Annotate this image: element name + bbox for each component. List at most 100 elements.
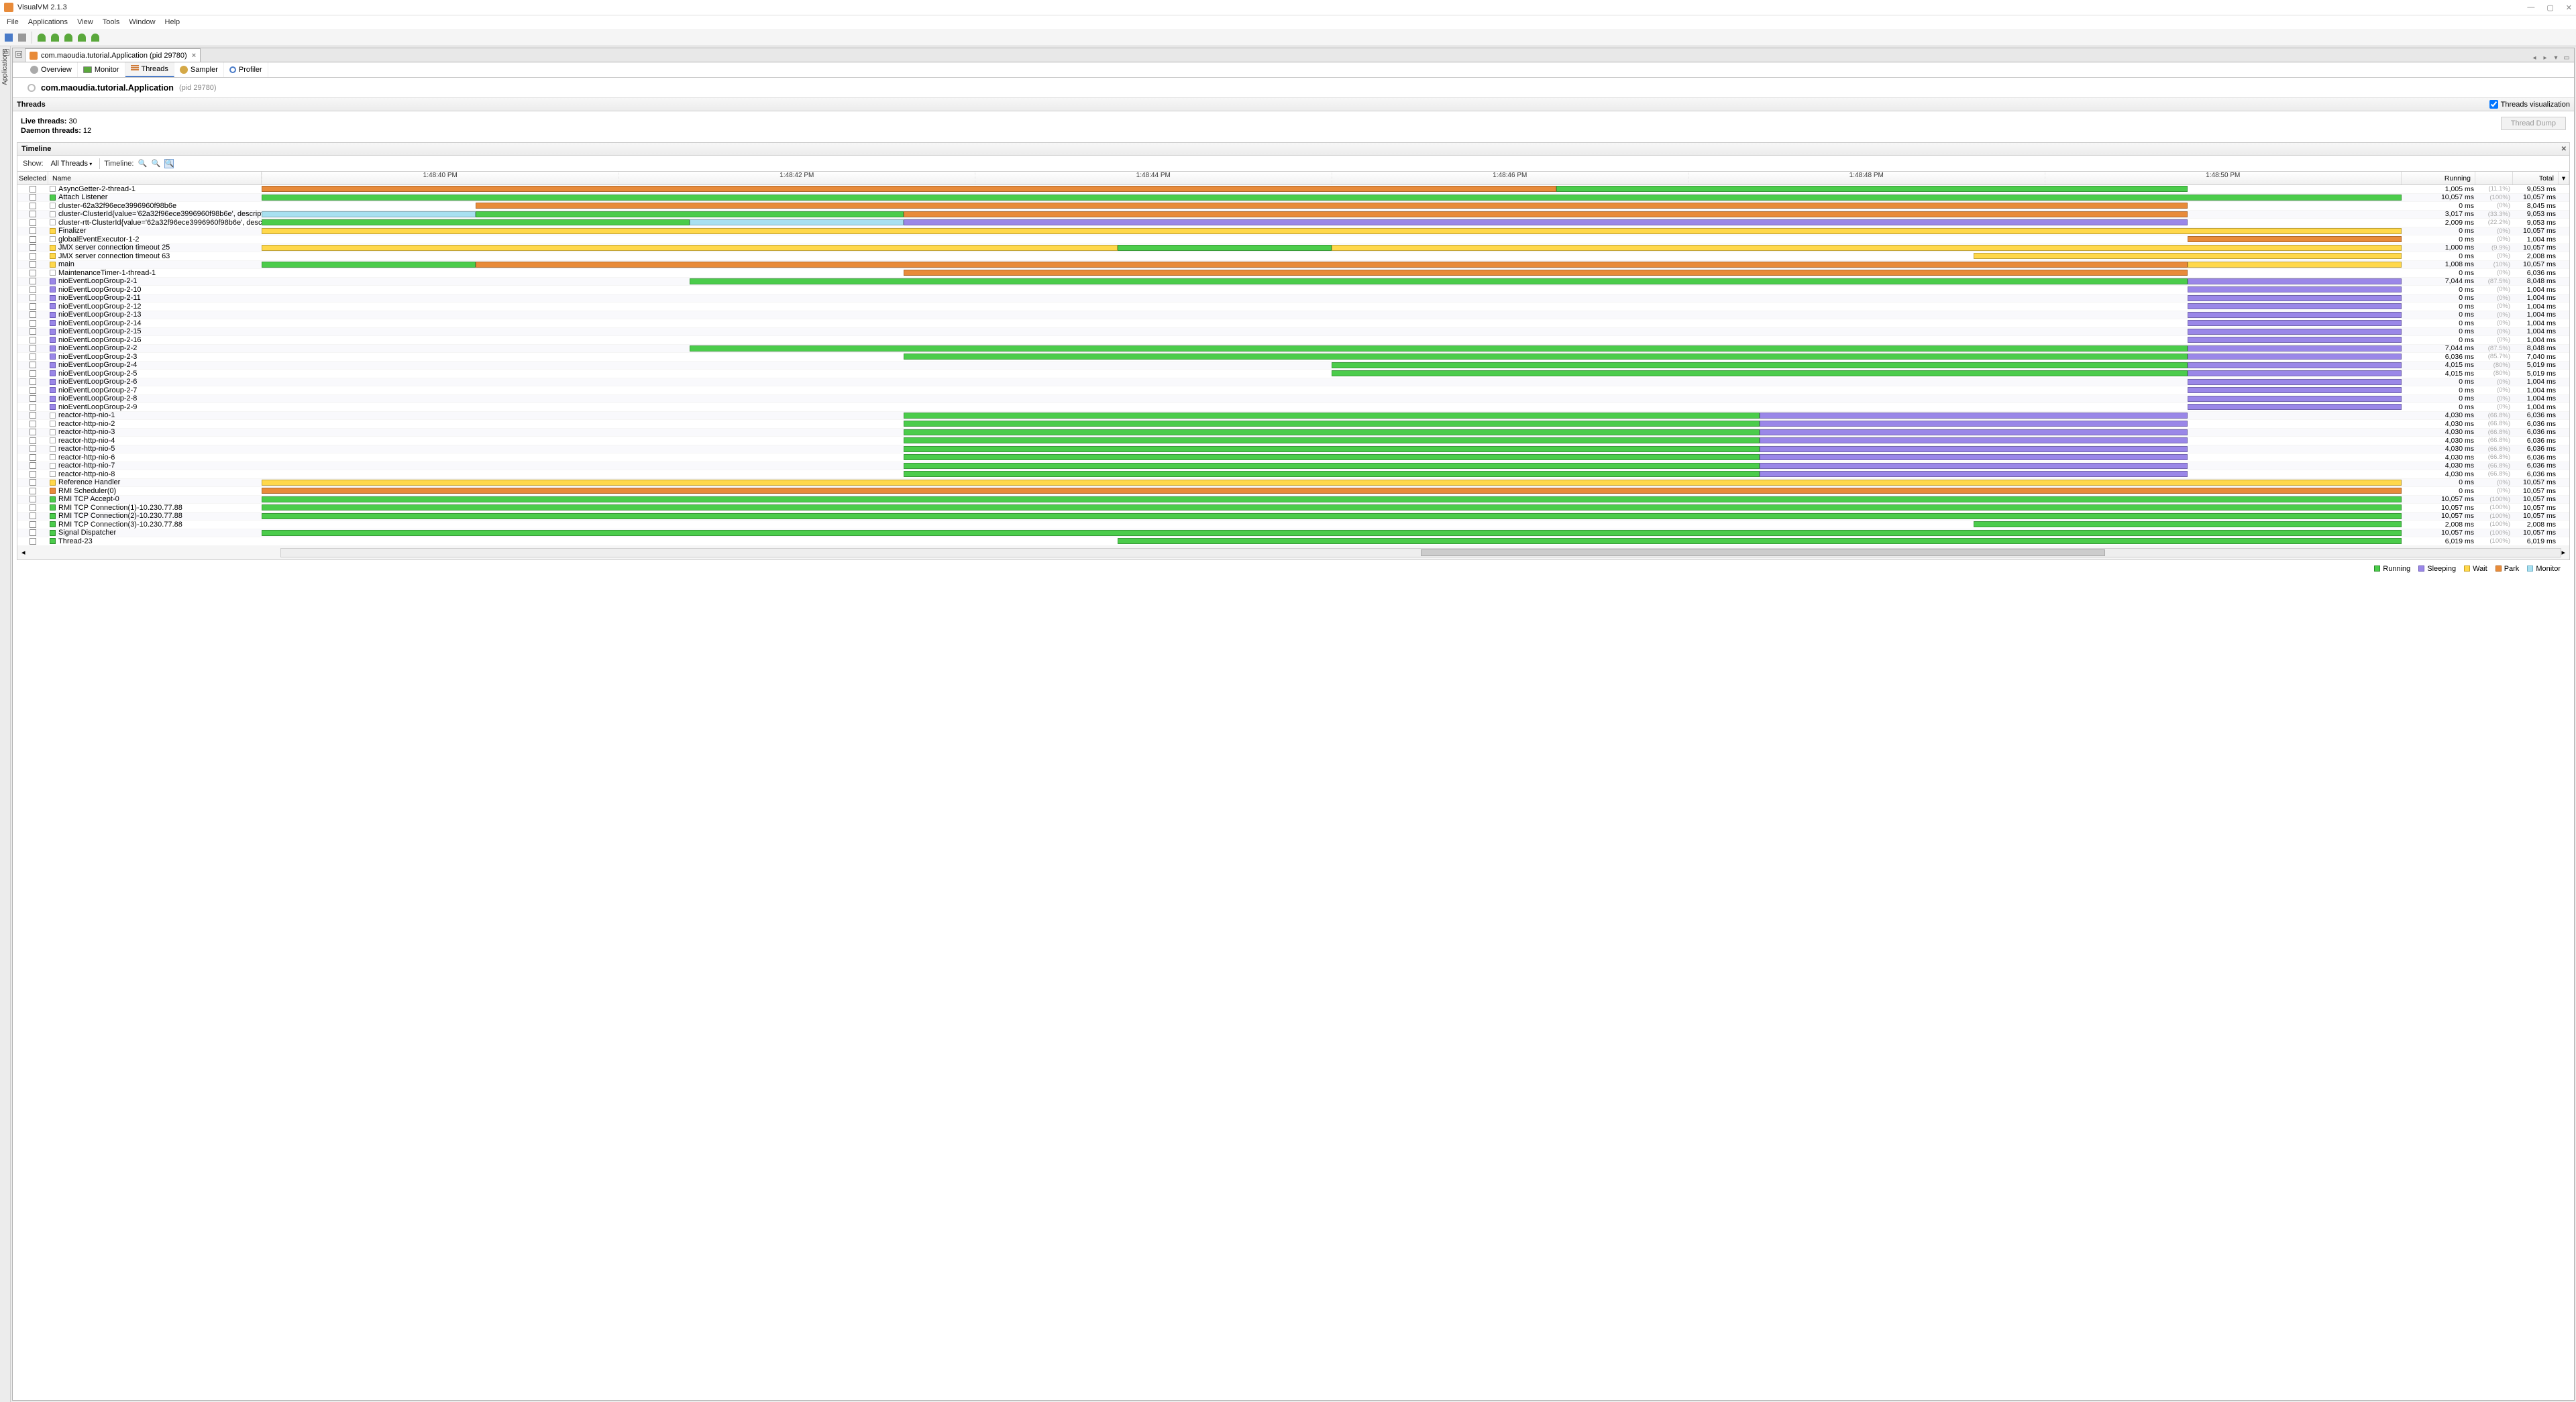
tab-sampler[interactable]: Sampler: [174, 62, 224, 77]
row-checkbox[interactable]: [30, 337, 36, 343]
tab-threads[interactable]: Threads: [125, 62, 174, 77]
thread-row[interactable]: nioEventLoopGroup-2-120 ms(0%)1,004 ms: [17, 303, 2569, 311]
row-checkbox[interactable]: [30, 504, 36, 511]
thread-row[interactable]: reactor-http-nio-44,030 ms(66.8%)6,036 m…: [17, 437, 2569, 445]
thread-row[interactable]: cluster-62a32f96ece3996960f98b6e0 ms(0%)…: [17, 202, 2569, 211]
tab-monitor[interactable]: Monitor: [78, 62, 125, 77]
row-checkbox[interactable]: [30, 286, 36, 293]
thread-row[interactable]: nioEventLoopGroup-2-110 ms(0%)1,004 ms: [17, 294, 2569, 303]
menu-window[interactable]: Window: [125, 17, 159, 28]
tab-handle-icon[interactable]: ▭: [15, 51, 22, 58]
tab-next-icon[interactable]: ▸: [2540, 54, 2550, 62]
thread-row[interactable]: globalEventExecutor-1-20 ms(0%)1,004 ms: [17, 235, 2569, 244]
thread-row[interactable]: RMI Scheduler(0)0 ms(0%)10,057 ms: [17, 487, 2569, 496]
thread-row[interactable]: Thread-236,019 ms(100%)6,019 ms: [17, 537, 2569, 546]
row-checkbox[interactable]: [30, 395, 36, 402]
thread-row[interactable]: nioEventLoopGroup-2-80 ms(0%)1,004 ms: [17, 395, 2569, 404]
row-checkbox[interactable]: [30, 294, 36, 301]
row-checkbox[interactable]: [30, 445, 36, 452]
thread-row[interactable]: nioEventLoopGroup-2-160 ms(0%)1,004 ms: [17, 336, 2569, 345]
row-checkbox[interactable]: [30, 354, 36, 360]
thread-row[interactable]: reactor-http-nio-24,030 ms(66.8%)6,036 m…: [17, 420, 2569, 429]
thread-dump-button[interactable]: Thread Dump: [2501, 117, 2566, 130]
row-checkbox[interactable]: [30, 437, 36, 444]
thread-row[interactable]: reactor-http-nio-84,030 ms(66.8%)6,036 m…: [17, 470, 2569, 479]
row-checkbox[interactable]: [30, 236, 36, 243]
row-checkbox[interactable]: [30, 320, 36, 327]
thread-row[interactable]: nioEventLoopGroup-2-130 ms(0%)1,004 ms: [17, 311, 2569, 320]
thread-row[interactable]: nioEventLoopGroup-2-36,036 ms(85.7%)7,04…: [17, 353, 2569, 362]
tab-maximize-icon[interactable]: ▭: [2562, 54, 2571, 62]
row-checkbox[interactable]: [30, 488, 36, 494]
row-checkbox[interactable]: [30, 345, 36, 352]
thread-row[interactable]: RMI TCP Connection(3)-10.230.77.882,008 …: [17, 521, 2569, 529]
zoom-in-icon[interactable]: 🔍: [151, 159, 160, 168]
row-checkbox[interactable]: [30, 513, 36, 519]
column-running[interactable]: Running: [2402, 172, 2475, 184]
row-checkbox[interactable]: [30, 479, 36, 486]
toolbar-open-icon[interactable]: [16, 32, 28, 44]
row-checkbox[interactable]: [30, 219, 36, 226]
row-checkbox[interactable]: [30, 303, 36, 310]
menu-view[interactable]: View: [73, 17, 97, 28]
row-checkbox[interactable]: [30, 454, 36, 461]
thread-row[interactable]: nioEventLoopGroup-2-60 ms(0%)1,004 ms: [17, 378, 2569, 387]
toolbar-app-icon-4[interactable]: [76, 32, 88, 44]
thread-row[interactable]: reactor-http-nio-64,030 ms(66.8%)6,036 m…: [17, 453, 2569, 462]
thread-row[interactable]: main1,008 ms(10%)10,057 ms: [17, 261, 2569, 270]
scrollbar-thumb[interactable]: [1421, 549, 2105, 556]
thread-row[interactable]: Finalizer0 ms(0%)10,057 ms: [17, 227, 2569, 236]
visualization-toggle[interactable]: Threads visualization: [2489, 100, 2570, 109]
thread-row[interactable]: JMX server connection timeout 630 ms(0%)…: [17, 252, 2569, 261]
applications-sidebar[interactable]: ▭ Applications: [0, 46, 11, 1402]
row-checkbox[interactable]: [30, 362, 36, 368]
thread-row[interactable]: nioEventLoopGroup-2-17,044 ms(87.5%)8,04…: [17, 278, 2569, 286]
scroll-left-icon[interactable]: ◂: [21, 548, 25, 557]
menu-help[interactable]: Help: [161, 17, 184, 28]
row-checkbox[interactable]: [30, 412, 36, 419]
row-checkbox[interactable]: [30, 211, 36, 217]
menu-applications[interactable]: Applications: [24, 17, 72, 28]
row-checkbox[interactable]: [30, 186, 36, 193]
thread-row[interactable]: MaintenanceTimer-1-thread-10 ms(0%)6,036…: [17, 269, 2569, 278]
row-checkbox[interactable]: [30, 311, 36, 318]
thread-row[interactable]: JMX server connection timeout 251,000 ms…: [17, 244, 2569, 253]
row-checkbox[interactable]: [30, 538, 36, 545]
thread-row[interactable]: nioEventLoopGroup-2-140 ms(0%)1,004 ms: [17, 319, 2569, 328]
thread-row[interactable]: nioEventLoopGroup-2-90 ms(0%)1,004 ms: [17, 403, 2569, 412]
toolbar-app-icon-5[interactable]: [89, 32, 101, 44]
maximize-button[interactable]: ▢: [2546, 3, 2553, 12]
thread-row[interactable]: nioEventLoopGroup-2-150 ms(0%)1,004 ms: [17, 328, 2569, 337]
thread-row[interactable]: RMI TCP Connection(2)-10.230.77.8810,057…: [17, 513, 2569, 521]
thread-row[interactable]: nioEventLoopGroup-2-27,044 ms(87.5%)8,04…: [17, 345, 2569, 354]
row-checkbox[interactable]: [30, 521, 36, 528]
row-checkbox[interactable]: [30, 244, 36, 251]
thread-filter-combo[interactable]: All Threads: [48, 158, 96, 169]
timeline-close-icon[interactable]: ✕: [2561, 146, 2567, 153]
horizontal-scrollbar[interactable]: [280, 548, 2562, 557]
visualization-checkbox[interactable]: [2489, 100, 2498, 109]
thread-row[interactable]: reactor-http-nio-74,030 ms(66.8%)6,036 m…: [17, 462, 2569, 471]
document-tab[interactable]: com.maoudia.tutorial.Application (pid 29…: [25, 48, 201, 62]
row-checkbox[interactable]: [30, 496, 36, 502]
row-checkbox[interactable]: [30, 462, 36, 469]
thread-row[interactable]: Reference Handler0 ms(0%)10,057 ms: [17, 479, 2569, 488]
thread-row[interactable]: reactor-http-nio-54,030 ms(66.8%)6,036 m…: [17, 445, 2569, 454]
thread-row[interactable]: cluster-rtt-ClusterId{value='62a32f96ece…: [17, 219, 2569, 227]
thread-row[interactable]: cluster-ClusterId{value='62a32f96ece3996…: [17, 211, 2569, 219]
row-checkbox[interactable]: [30, 328, 36, 335]
column-menu-icon[interactable]: ▾: [2559, 172, 2569, 184]
thread-row[interactable]: AsyncGetter-2-thread-11,005 ms(11.1%)9,0…: [17, 185, 2569, 194]
row-checkbox[interactable]: [30, 253, 36, 260]
row-checkbox[interactable]: [30, 421, 36, 427]
tab-overview[interactable]: Overview: [25, 62, 78, 77]
toolbar-save-icon[interactable]: [3, 32, 15, 44]
row-checkbox[interactable]: [30, 203, 36, 209]
grid-body[interactable]: AsyncGetter-2-thread-11,005 ms(11.1%)9,0…: [17, 185, 2569, 546]
thread-row[interactable]: nioEventLoopGroup-2-70 ms(0%)1,004 ms: [17, 386, 2569, 395]
row-checkbox[interactable]: [30, 429, 36, 435]
row-checkbox[interactable]: [30, 194, 36, 201]
row-checkbox[interactable]: [30, 270, 36, 276]
minimize-button[interactable]: —: [2527, 3, 2534, 12]
tab-close-icon[interactable]: ×: [192, 52, 196, 60]
